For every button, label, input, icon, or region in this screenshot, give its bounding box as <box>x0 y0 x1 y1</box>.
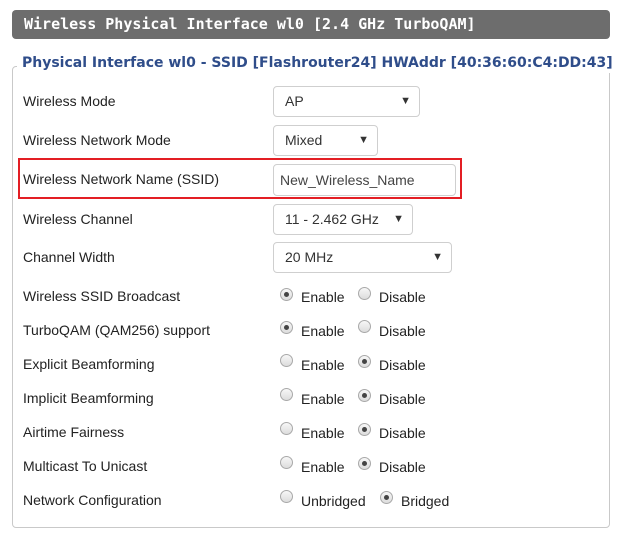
channel-width-label: Channel Width <box>23 249 115 265</box>
ssid-broadcast-label: Wireless SSID Broadcast <box>23 288 181 304</box>
multicast-to-unicast-enable-radio[interactable] <box>280 456 293 469</box>
airtime-fairness-enable-radio[interactable] <box>280 422 293 435</box>
chevron-down-icon: ▼ <box>358 134 369 146</box>
row-channel-width: Channel Width 20 MHz ▼ <box>23 242 583 277</box>
network-configuration-unbridged-radio[interactable] <box>280 490 293 503</box>
row-turboqam: TurboQAM (QAM256) support Enable Disable <box>23 320 583 350</box>
implicit-beamforming-enable-radio[interactable] <box>280 388 293 401</box>
ssid-label: Wireless Network Name (SSID) <box>23 171 220 187</box>
turboqam-enable-radio[interactable] <box>280 321 293 334</box>
network-configuration-bridged-radio[interactable] <box>380 491 393 504</box>
chevron-down-icon: ▼ <box>393 213 404 225</box>
ssid-input[interactable]: New_Wireless_Name <box>273 164 456 196</box>
multicast-to-unicast-label: Multicast To Unicast <box>23 458 148 474</box>
ssid-broadcast-disable-label: Disable <box>379 289 426 305</box>
row-implicit-beamforming: Implicit Beamforming Enable Disable <box>23 388 583 418</box>
wireless-mode-label: Wireless Mode <box>23 93 116 109</box>
ssid-broadcast-disable-radio[interactable] <box>358 287 371 300</box>
row-network-configuration: Network Configuration Unbridged Bridged <box>23 490 583 520</box>
explicit-beamforming-label: Explicit Beamforming <box>23 356 155 372</box>
multicast-to-unicast-enable-label: Enable <box>301 459 345 475</box>
network-mode-value: Mixed <box>285 132 323 148</box>
airtime-fairness-disable-radio[interactable] <box>358 423 371 436</box>
turboqam-disable-label: Disable <box>379 323 426 339</box>
row-ssid: Wireless Network Name (SSID) New_Wireles… <box>23 164 583 199</box>
row-explicit-beamforming: Explicit Beamforming Enable Disable <box>23 354 583 384</box>
turboqam-disable-radio[interactable] <box>358 320 371 333</box>
ssid-broadcast-enable-label: Enable <box>301 289 345 305</box>
airtime-fairness-disable-label: Disable <box>379 425 426 441</box>
multicast-to-unicast-disable-label: Disable <box>379 459 426 475</box>
fieldset-legend: Physical Interface wl0 - SSID [Flashrout… <box>17 53 618 73</box>
chevron-down-icon: ▼ <box>400 95 411 107</box>
multicast-to-unicast-disable-radio[interactable] <box>358 457 371 470</box>
explicit-beamforming-disable-radio[interactable] <box>358 355 371 368</box>
channel-width-value: 20 MHz <box>285 249 334 265</box>
implicit-beamforming-disable-radio[interactable] <box>358 389 371 402</box>
channel-select[interactable]: 11 - 2.462 GHz ▼ <box>273 204 413 235</box>
implicit-beamforming-enable-label: Enable <box>301 391 345 407</box>
explicit-beamforming-enable-label: Enable <box>301 357 345 373</box>
channel-label: Wireless Channel <box>23 211 133 227</box>
implicit-beamforming-label: Implicit Beamforming <box>23 390 154 406</box>
row-network-mode: Wireless Network Mode Mixed ▼ <box>23 125 583 160</box>
wireless-mode-select[interactable]: AP ▼ <box>273 86 420 117</box>
turboqam-enable-label: Enable <box>301 323 345 339</box>
wireless-mode-value: AP <box>285 93 304 109</box>
airtime-fairness-label: Airtime Fairness <box>23 424 125 440</box>
row-ssid-broadcast: Wireless SSID Broadcast Enable Disable <box>23 286 583 316</box>
implicit-beamforming-disable-label: Disable <box>379 391 426 407</box>
explicit-beamforming-enable-radio[interactable] <box>280 354 293 367</box>
turboqam-label: TurboQAM (QAM256) support <box>23 322 210 338</box>
network-configuration-unbridged-label: Unbridged <box>301 493 366 509</box>
row-channel: Wireless Channel 11 - 2.462 GHz ▼ <box>23 204 583 239</box>
airtime-fairness-enable-label: Enable <box>301 425 345 441</box>
explicit-beamforming-disable-label: Disable <box>379 357 426 373</box>
channel-width-select[interactable]: 20 MHz ▼ <box>273 242 452 273</box>
row-airtime-fairness: Airtime Fairness Enable Disable <box>23 422 583 452</box>
ssid-broadcast-enable-radio[interactable] <box>280 288 293 301</box>
network-configuration-bridged-label: Bridged <box>401 493 450 509</box>
row-multicast-to-unicast: Multicast To Unicast Enable Disable <box>23 456 583 486</box>
network-configuration-label: Network Configuration <box>23 492 162 508</box>
chevron-down-icon: ▼ <box>432 251 443 263</box>
network-mode-label: Wireless Network Mode <box>23 132 171 148</box>
network-mode-select[interactable]: Mixed ▼ <box>273 125 378 156</box>
section-header: Wireless Physical Interface wl0 [2.4 GHz… <box>12 10 610 39</box>
row-wireless-mode: Wireless Mode AP ▼ <box>23 86 583 121</box>
channel-value: 11 - 2.462 GHz <box>285 211 379 227</box>
